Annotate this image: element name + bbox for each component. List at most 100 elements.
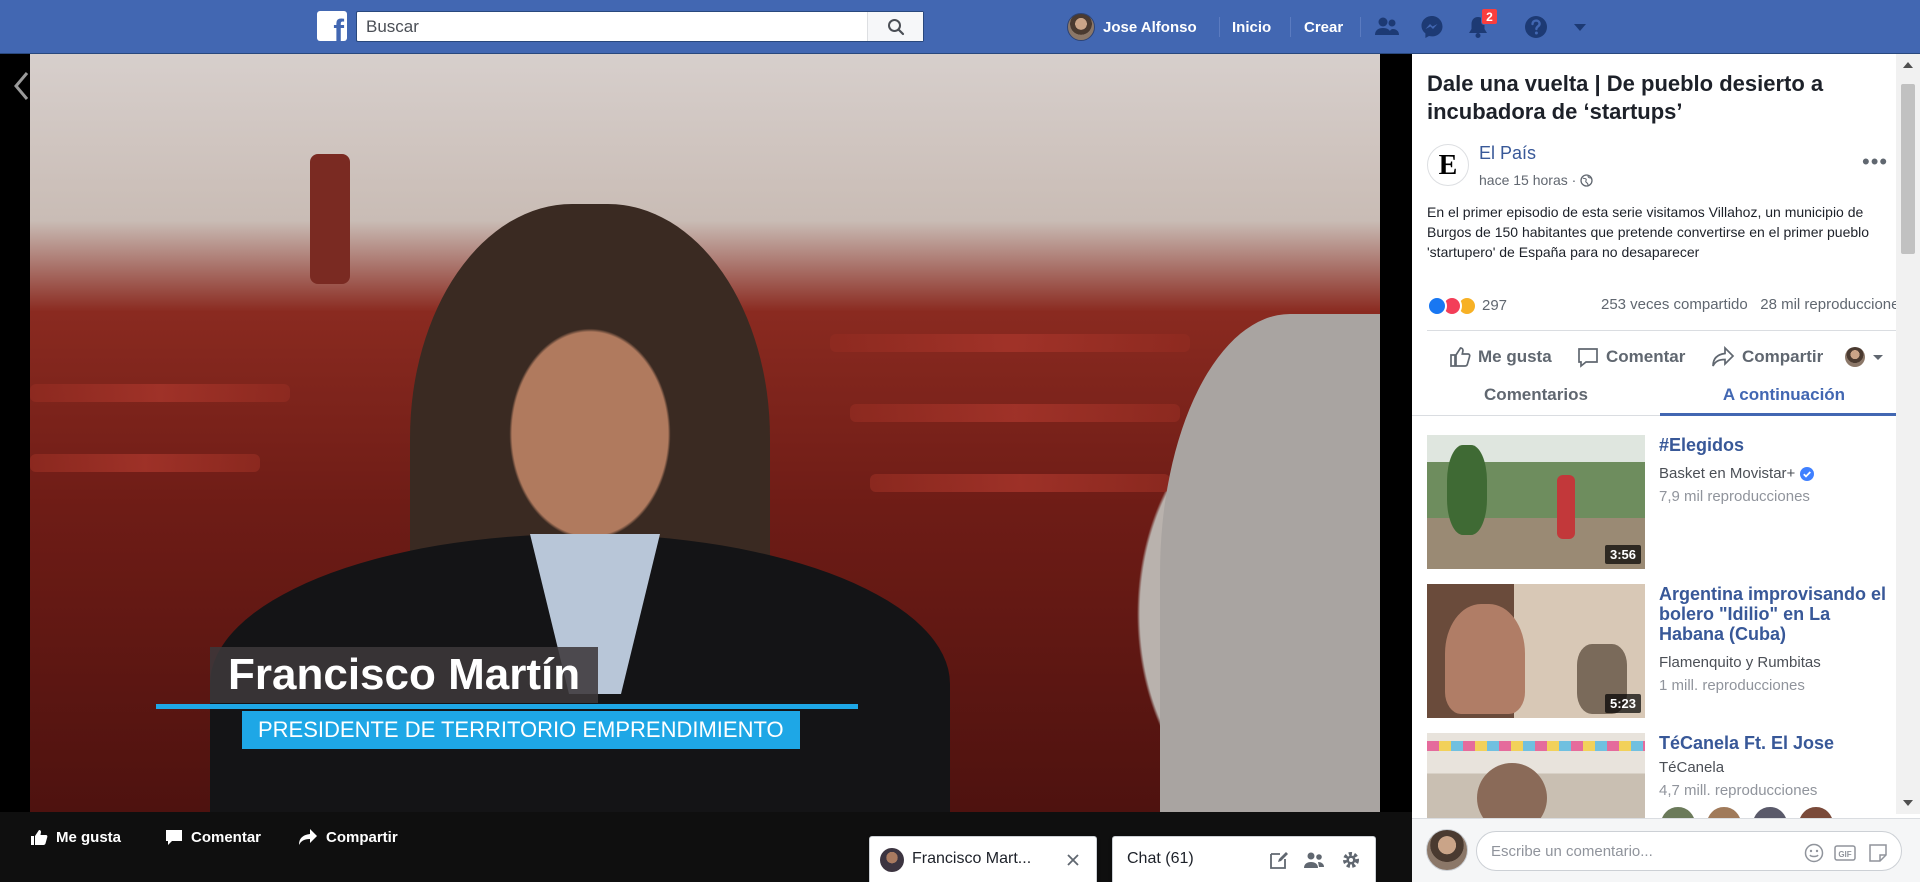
post-description: En el primer episodio de esta serie visi…: [1427, 204, 1870, 260]
suggested-video-channel[interactable]: Flamenquito y Rumbitas: [1659, 654, 1821, 671]
chat-label: Chat (61): [1127, 850, 1194, 867]
post-time: hace 15 horas ·: [1479, 172, 1593, 188]
post-stats-right: 253 veces compartido 28 mil reproduccion…: [1601, 296, 1907, 313]
avatar: [1845, 347, 1865, 367]
avatar: [1067, 13, 1095, 41]
messenger-icon[interactable]: [1419, 14, 1445, 40]
lower-third-name: Francisco Martín: [210, 647, 599, 703]
compose-icon[interactable]: [1269, 850, 1289, 870]
create-link[interactable]: Crear: [1304, 0, 1343, 54]
page-name-link[interactable]: El País: [1479, 143, 1536, 164]
post-like-label: Me gusta: [1478, 347, 1552, 366]
thumbnail-person: [1557, 475, 1575, 539]
video-comment-label: Comentar: [191, 828, 262, 846]
page-avatar[interactable]: E: [1427, 144, 1469, 186]
video-share-button[interactable]: Compartir: [298, 826, 398, 848]
caret-down-icon[interactable]: [1567, 14, 1593, 40]
home-label: Inicio: [1232, 18, 1272, 36]
scroll-down-icon[interactable]: [1902, 798, 1914, 808]
avatar: [1426, 829, 1468, 871]
post-comment-button[interactable]: Comentar: [1577, 341, 1685, 373]
scene-interviewer: [1160, 314, 1380, 812]
suggested-video-channel[interactable]: TéCanela: [1659, 759, 1724, 776]
video-like-label: Me gusta: [56, 828, 122, 846]
video-viewer: Francisco Martín PRESIDENTE DE TERRITORI…: [0, 54, 1412, 882]
scene-seat-row: [30, 384, 290, 402]
tab-up-next[interactable]: A continuación: [1660, 374, 1908, 416]
nav-divider: [1290, 17, 1291, 37]
video-player[interactable]: Francisco Martín PRESIDENTE DE TERRITORI…: [30, 54, 1380, 812]
svg-text:GIF: GIF: [1838, 850, 1851, 859]
help-icon[interactable]: [1523, 14, 1549, 40]
suggested-video[interactable]: 5:23 Argentina improvisando el bolero "I…: [1427, 584, 1897, 720]
reactions-count: 297: [1482, 297, 1508, 314]
thumbnail-person: [1477, 763, 1547, 823]
close-icon[interactable]: [1065, 852, 1081, 868]
verified-icon: [1800, 466, 1815, 481]
suggested-video[interactable]: TéCanela Ft. El Jose TéCanela 4,7 mill. …: [1427, 733, 1897, 843]
search-input[interactable]: [357, 12, 867, 41]
chat-sidebar-tab[interactable]: Chat (61): [1112, 836, 1376, 882]
suggested-video-title[interactable]: #Elegidos: [1659, 435, 1894, 455]
video-thumbnail[interactable]: 3:56: [1427, 435, 1645, 569]
profile-link[interactable]: Jose Alfonso: [1067, 0, 1197, 54]
suggested-video-channel[interactable]: Basket en Movistar+: [1659, 465, 1815, 482]
panel-scrollbar[interactable]: [1896, 54, 1920, 814]
tab-comments[interactable]: Comentarios: [1412, 374, 1660, 416]
thumbnail-tree: [1447, 445, 1487, 535]
video-duration: 5:23: [1604, 694, 1641, 713]
post-share-button[interactable]: Compartir: [1711, 341, 1823, 373]
nav-divider: [1219, 17, 1220, 37]
comment-icon: [166, 830, 182, 845]
suggested-video-title[interactable]: Argentina improvisando el bolero "Idilio…: [1659, 584, 1894, 644]
more-dots-icon[interactable]: •••: [1862, 149, 1888, 175]
caret-down-icon: [1873, 355, 1883, 360]
scrollbar-thumb[interactable]: [1901, 84, 1915, 254]
channel-name: Basket en Movistar+: [1659, 465, 1796, 482]
video-comment-button[interactable]: Comentar: [165, 826, 261, 848]
scene-seat-row: [850, 404, 1180, 422]
create-label: Crear: [1304, 18, 1344, 36]
scene-extinguisher: [310, 154, 350, 284]
video-like-button[interactable]: Me gusta: [30, 826, 121, 848]
post-like-button[interactable]: Me gusta: [1449, 341, 1552, 373]
emoji-icon[interactable]: [1804, 843, 1824, 863]
comment-composer: GIF: [1412, 818, 1920, 882]
like-icon: [31, 830, 48, 845]
post-tabs: Comentarios A continuación: [1412, 374, 1908, 416]
globe-icon: [1580, 173, 1593, 187]
back-arrow-icon[interactable]: [12, 70, 32, 102]
chat-conversation-tab[interactable]: Francisco Mart...: [869, 836, 1097, 882]
post-title: Dale una vuelta | De pueblo desierto a i…: [1427, 71, 1824, 124]
facebook-logo-icon[interactable]: f: [317, 11, 347, 41]
home-link[interactable]: Inicio: [1232, 0, 1271, 54]
scene-seat-row: [30, 454, 260, 472]
video-thumbnail[interactable]: [1427, 733, 1645, 823]
post-share-label: Compartir: [1742, 347, 1824, 366]
suggested-video-title[interactable]: TéCanela Ft. El Jose: [1659, 733, 1894, 753]
scroll-up-icon[interactable]: [1902, 60, 1914, 70]
share-icon: [299, 829, 317, 845]
suggested-video[interactable]: 3:56 #Elegidos Basket en Movistar+ 7,9 m…: [1427, 435, 1897, 571]
search-button[interactable]: [867, 12, 923, 41]
gif-icon[interactable]: GIF: [1834, 843, 1856, 863]
suggested-video-views: 7,9 mil reproducciones: [1659, 488, 1810, 505]
group-icon[interactable]: [1303, 850, 1325, 870]
scene-seat-row: [870, 474, 1170, 492]
search-box: [356, 11, 924, 42]
like-reaction-icon: [1427, 296, 1447, 316]
video-thumbnail[interactable]: 5:23: [1427, 584, 1645, 718]
avatar: [880, 848, 904, 872]
post-as-selector[interactable]: [1845, 341, 1884, 373]
sticker-icon[interactable]: [1868, 843, 1888, 863]
shares-count[interactable]: 253 veces compartido: [1601, 296, 1748, 313]
video-share-label: Compartir: [326, 828, 398, 846]
reactions-summary[interactable]: 297: [1427, 296, 1507, 316]
scene-seat-row: [830, 334, 1190, 352]
search-icon: [888, 19, 905, 36]
comment-icon: [1578, 348, 1598, 368]
gear-icon[interactable]: [1341, 850, 1361, 870]
friends-icon[interactable]: [1374, 14, 1400, 40]
lower-third-title: PRESIDENTE DE TERRITORIO EMPRENDIMIENTO: [242, 711, 800, 749]
channel-name: Flamenquito y Rumbitas: [1659, 654, 1821, 671]
